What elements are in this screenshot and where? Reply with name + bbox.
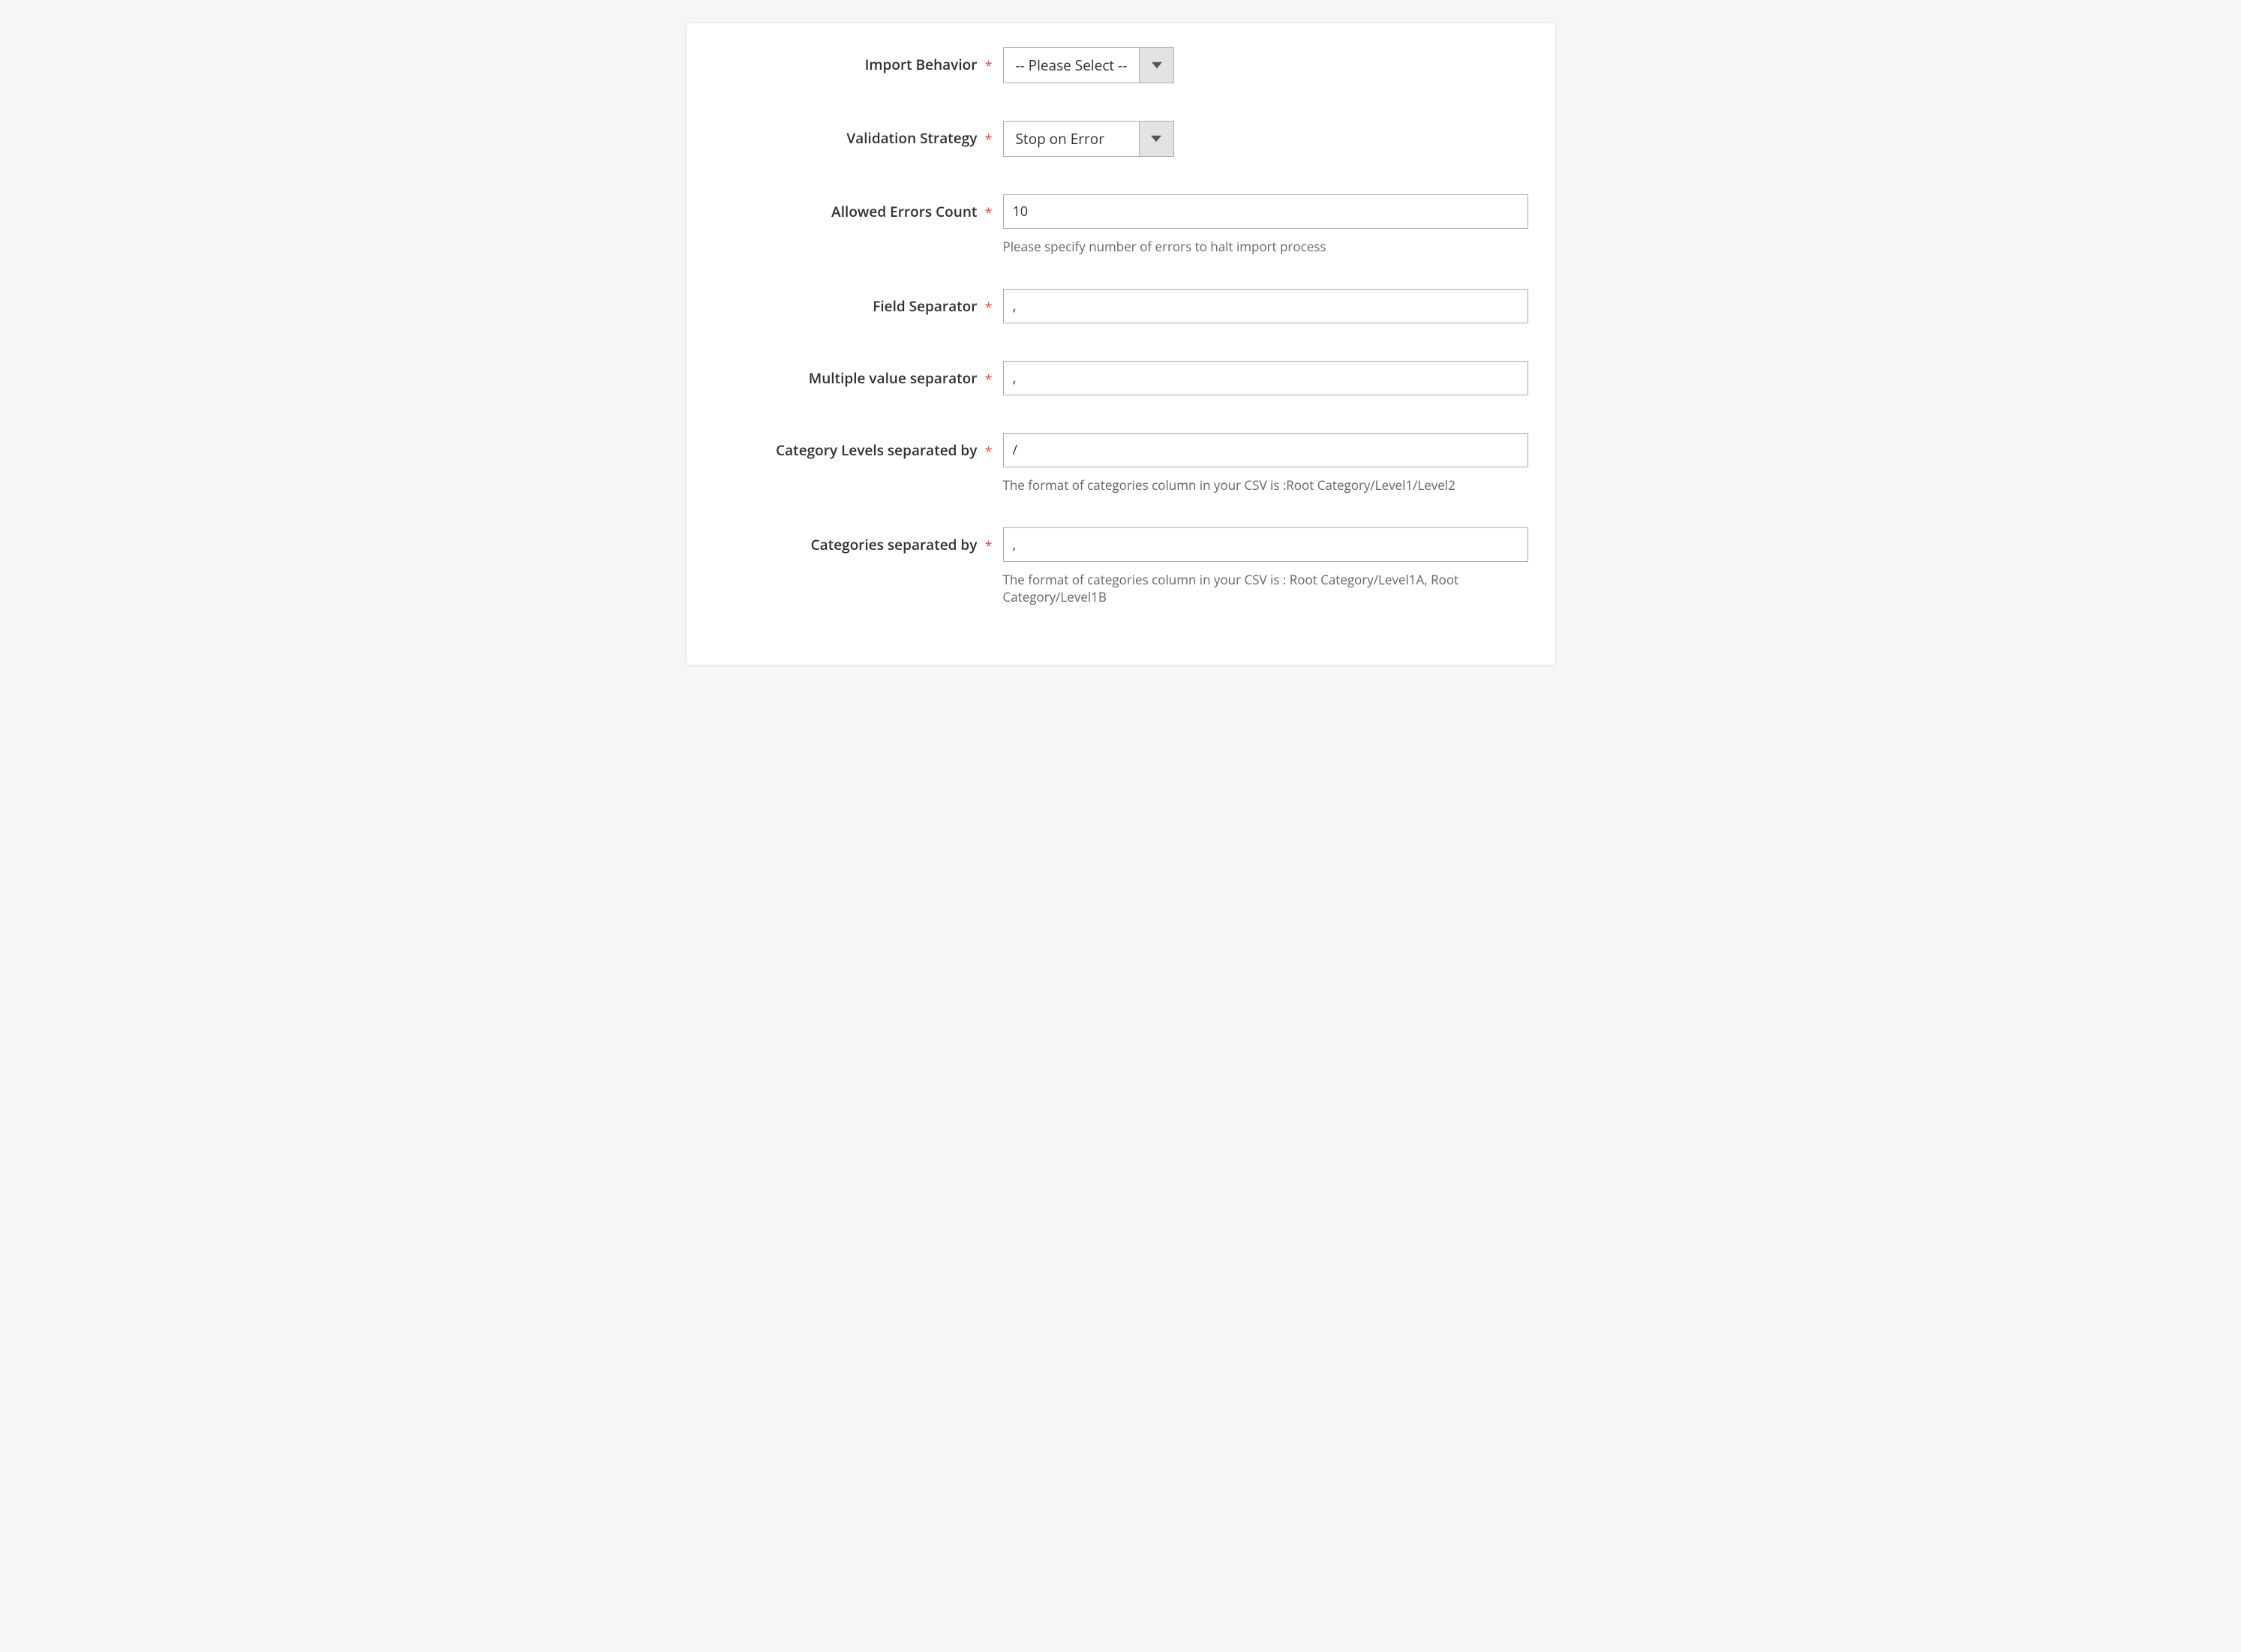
field-import-behavior: Import Behavior * -- Please Select -- bbox=[713, 47, 1528, 83]
field-validation-strategy: Validation Strategy * Stop on Error bbox=[713, 121, 1528, 157]
required-mark: * bbox=[985, 299, 993, 317]
multi-value-separator-input[interactable] bbox=[1003, 361, 1528, 395]
validation-strategy-label: Validation Strategy bbox=[846, 128, 977, 148]
import-behavior-select[interactable]: -- Please Select -- bbox=[1003, 47, 1175, 83]
validation-strategy-value: Stop on Error bbox=[1004, 122, 1139, 156]
chevron-down-icon bbox=[1139, 48, 1173, 83]
categories-sep-hint: The format of categories column in your … bbox=[1003, 571, 1528, 607]
field-separator-input[interactable] bbox=[1003, 289, 1528, 323]
import-behavior-label: Import Behavior bbox=[865, 55, 978, 74]
import-settings-panel: Import Behavior * -- Please Select -- Va… bbox=[686, 23, 1556, 665]
field-allowed-errors: Allowed Errors Count * Please specify nu… bbox=[713, 194, 1528, 256]
required-mark: * bbox=[985, 57, 993, 75]
field-multi-value-separator: Multiple value separator * bbox=[713, 361, 1528, 395]
categories-sep-input[interactable] bbox=[1003, 527, 1528, 562]
required-mark: * bbox=[985, 204, 993, 222]
category-levels-sep-input[interactable] bbox=[1003, 433, 1528, 467]
field-separator-label: Field Separator bbox=[873, 296, 977, 316]
import-behavior-value: -- Please Select -- bbox=[1004, 48, 1140, 83]
multi-value-separator-label: Multiple value separator bbox=[809, 368, 978, 388]
field-categories-sep: Categories separated by * The format of … bbox=[713, 527, 1528, 607]
category-levels-sep-hint: The format of categories column in your … bbox=[1003, 476, 1528, 494]
field-category-levels-sep: Category Levels separated by * The forma… bbox=[713, 433, 1528, 494]
chevron-down-icon bbox=[1139, 122, 1173, 156]
required-mark: * bbox=[985, 537, 993, 555]
allowed-errors-hint: Please specify number of errors to halt … bbox=[1003, 238, 1528, 256]
required-mark: * bbox=[985, 371, 993, 389]
allowed-errors-input[interactable] bbox=[1003, 194, 1528, 229]
required-mark: * bbox=[985, 443, 993, 461]
allowed-errors-label: Allowed Errors Count bbox=[831, 202, 977, 221]
category-levels-sep-label: Category Levels separated by bbox=[776, 440, 977, 460]
field-field-separator: Field Separator * bbox=[713, 289, 1528, 323]
required-mark: * bbox=[985, 131, 993, 149]
validation-strategy-select[interactable]: Stop on Error bbox=[1003, 121, 1174, 157]
categories-sep-label: Categories separated by bbox=[811, 535, 978, 554]
